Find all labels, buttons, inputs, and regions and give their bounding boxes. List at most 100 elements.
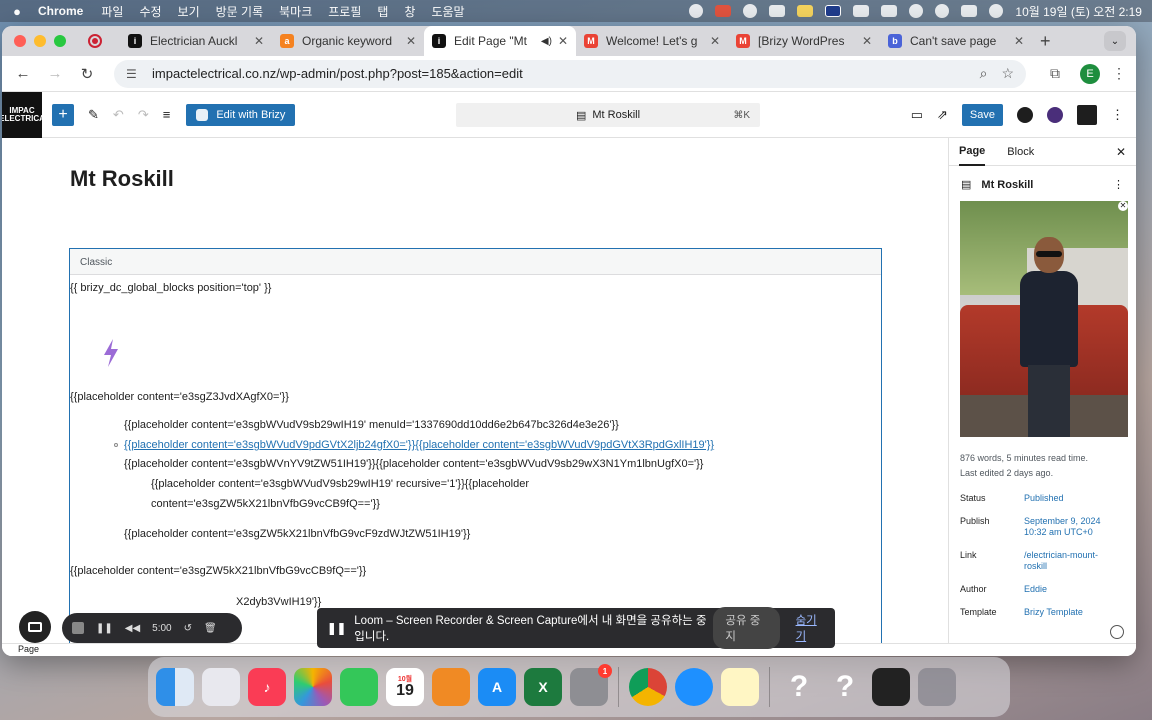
command-palette-button[interactable]: ▤ Mt Roskill ⌘K — [456, 103, 760, 127]
featured-image[interactable]: ✕ — [960, 201, 1128, 437]
loom-delete-icon[interactable]: 🗑 — [204, 623, 217, 634]
publish-date-value[interactable]: September 9, 2024 10:32 am UTC+0 — [1024, 516, 1120, 538]
photos-icon[interactable] — [294, 668, 332, 706]
tab-page[interactable]: Page — [959, 138, 986, 166]
code-line[interactable]: {{placeholder content='e3sgbWVudV9sb29wI… — [151, 478, 529, 490]
zoom-icon[interactable]: ⌕ — [980, 65, 988, 82]
loom-rewind-icon[interactable]: ◀◀ — [125, 623, 140, 634]
menu-view[interactable]: 보기 — [178, 3, 200, 20]
notes-icon[interactable] — [797, 5, 814, 17]
loom-pause-icon[interactable]: ❚❚ — [96, 623, 113, 634]
document-overview-icon[interactable]: ≡ — [163, 107, 171, 122]
close-tab-icon[interactable]: ✕ — [1014, 34, 1024, 48]
tab-cant-save[interactable]: b Can't save page ✕ — [880, 26, 1032, 56]
stop-sharing-button[interactable]: 공유 중지 — [713, 607, 780, 649]
excel-icon[interactable]: X — [524, 668, 562, 706]
speaker-icon[interactable]: ◀) — [541, 36, 552, 47]
google-icon[interactable] — [743, 4, 758, 18]
extensions-icon[interactable]: ⧉ — [1046, 65, 1064, 83]
site-info-icon[interactable]: ☰ — [126, 67, 140, 81]
unknown-app-icon[interactable]: ? — [826, 668, 864, 706]
shield-icon[interactable] — [769, 5, 786, 17]
author-value[interactable]: Eddie — [1024, 584, 1047, 595]
edit-with-brizy-button[interactable]: Edit with Brizy — [186, 103, 296, 126]
template-value[interactable]: Brizy Template — [1024, 607, 1083, 618]
yoast-icon[interactable] — [1047, 106, 1063, 123]
code-line[interactable]: {{placeholder content='e3sgZW5kX21lbnVfb… — [124, 528, 470, 540]
siri-icon[interactable] — [989, 4, 1004, 18]
loom-stop-button[interactable] — [72, 622, 84, 634]
save-button[interactable]: Save — [961, 103, 1003, 126]
undo-icon[interactable]: ↶ — [113, 107, 124, 123]
creative-cloud-icon[interactable] — [689, 4, 704, 18]
tab-welcome[interactable]: M Welcome! Let's g ✕ — [576, 26, 728, 56]
close-window-button[interactable] — [14, 35, 26, 47]
code-line[interactable]: content='e3sgZW5kX21lbnVfbG9vcCB9fQ=='}} — [151, 498, 380, 510]
facetime-icon[interactable] — [340, 668, 378, 706]
music-icon[interactable]: ♪ — [248, 668, 286, 706]
tab-electrician[interactable]: i Electrician Auckl ✕ — [120, 26, 272, 56]
chrome-icon[interactable] — [629, 668, 667, 706]
volume-icon[interactable] — [853, 5, 870, 17]
code-line[interactable]: {{placeholder content='e3sgbWVnYV9tZW51I… — [124, 458, 703, 470]
block-inserter-button[interactable]: + — [52, 103, 74, 126]
trash-icon[interactable] — [918, 668, 956, 706]
close-tab-icon[interactable]: ✕ — [710, 34, 720, 48]
tab-organic-keywords[interactable]: a Organic keyword ✕ — [272, 26, 424, 56]
launchpad-icon[interactable] — [202, 668, 240, 706]
reload-button[interactable]: ↻ — [76, 65, 98, 83]
back-button[interactable]: ← — [12, 65, 34, 82]
control-center-icon[interactable] — [961, 5, 978, 17]
preview-device-icon[interactable]: ▭ — [911, 107, 923, 123]
status-value[interactable]: Published — [1024, 493, 1064, 504]
safari-icon[interactable] — [675, 668, 713, 706]
new-tab-button[interactable]: + — [1040, 31, 1051, 52]
page-title[interactable]: Mt Roskill — [70, 166, 174, 192]
settings-panel-toggle[interactable] — [1077, 104, 1097, 125]
view-page-icon[interactable]: ⇗ — [937, 107, 948, 123]
loom-restart-icon[interactable]: ↺ — [184, 623, 192, 634]
menu-edit[interactable]: 수정 — [139, 3, 161, 20]
site-logo[interactable]: IMPAC ELECTRICA — [2, 91, 45, 138]
finder-icon[interactable] — [156, 668, 194, 706]
wifi-icon[interactable] — [909, 4, 924, 18]
bookmark-star-icon[interactable]: ☆ — [1001, 65, 1014, 82]
recent-window-icon[interactable] — [872, 668, 910, 706]
notes-icon[interactable] — [721, 668, 759, 706]
spotlight-search-icon[interactable] — [935, 4, 950, 18]
close-tab-icon[interactable]: ✕ — [406, 34, 416, 48]
code-link-line[interactable]: {{placeholder content='e3sgbWVudV9pdGVtX… — [124, 439, 714, 451]
menubar-app-name[interactable]: Chrome — [38, 4, 83, 18]
calendar-icon[interactable]: 10월 19 — [386, 668, 424, 706]
minimize-window-button[interactable] — [34, 35, 46, 47]
calendar-badge-icon[interactable] — [715, 5, 732, 17]
remove-image-icon[interactable]: ✕ — [1118, 201, 1128, 211]
code-line[interactable]: X2dyb3VwIH19'}} — [236, 596, 321, 608]
menu-history[interactable]: 방문 기록 — [216, 3, 264, 20]
loom-camera-button[interactable] — [19, 611, 51, 643]
classic-block[interactable]: Classic {{ brizy_dc_global_blocks positi… — [69, 248, 882, 643]
code-line[interactable]: {{placeholder content='e3sgbWVudV9sb29wI… — [124, 419, 619, 431]
menu-profiles[interactable]: 프로필 — [328, 3, 361, 20]
apple-icon[interactable]: ● — [10, 4, 24, 19]
profile-avatar[interactable]: E — [1080, 63, 1100, 84]
menu-help[interactable]: 도움말 — [431, 3, 464, 20]
unknown-app-icon[interactable]: ? — [780, 668, 818, 706]
menubar-clock[interactable]: 10월 19일 (토) 오전 2:19 — [1015, 3, 1142, 20]
permalink-value[interactable]: /electrician-mount-roskill — [1024, 550, 1120, 572]
fullscreen-window-button[interactable] — [54, 35, 66, 47]
code-line[interactable]: {{placeholder content='e3sgZ3JvdXAgfX0='… — [70, 391, 289, 403]
tab-edit-page[interactable]: i Edit Page "Mt ◀) ✕ — [424, 26, 576, 56]
close-tab-icon[interactable]: ✕ — [254, 34, 264, 48]
forward-button[interactable]: → — [44, 65, 66, 82]
code-line[interactable]: {{placeholder content='e3sgZW5kX21lbnVfb… — [70, 565, 366, 577]
close-sidebar-icon[interactable]: ✕ — [1116, 145, 1126, 159]
close-tab-icon[interactable]: ✕ — [558, 34, 568, 48]
help-icon[interactable] — [1110, 625, 1124, 639]
code-line[interactable]: {{ brizy_dc_global_blocks position='top'… — [70, 282, 271, 294]
url-text[interactable]: impactelectrical.co.nz/wp-admin/post.php… — [152, 66, 966, 81]
tools-pencil-icon[interactable]: ✎ — [88, 107, 99, 123]
plugin-a-icon[interactable] — [1017, 106, 1033, 123]
books-icon[interactable] — [432, 668, 470, 706]
hide-banner-link[interactable]: 숨기기 — [796, 612, 825, 644]
